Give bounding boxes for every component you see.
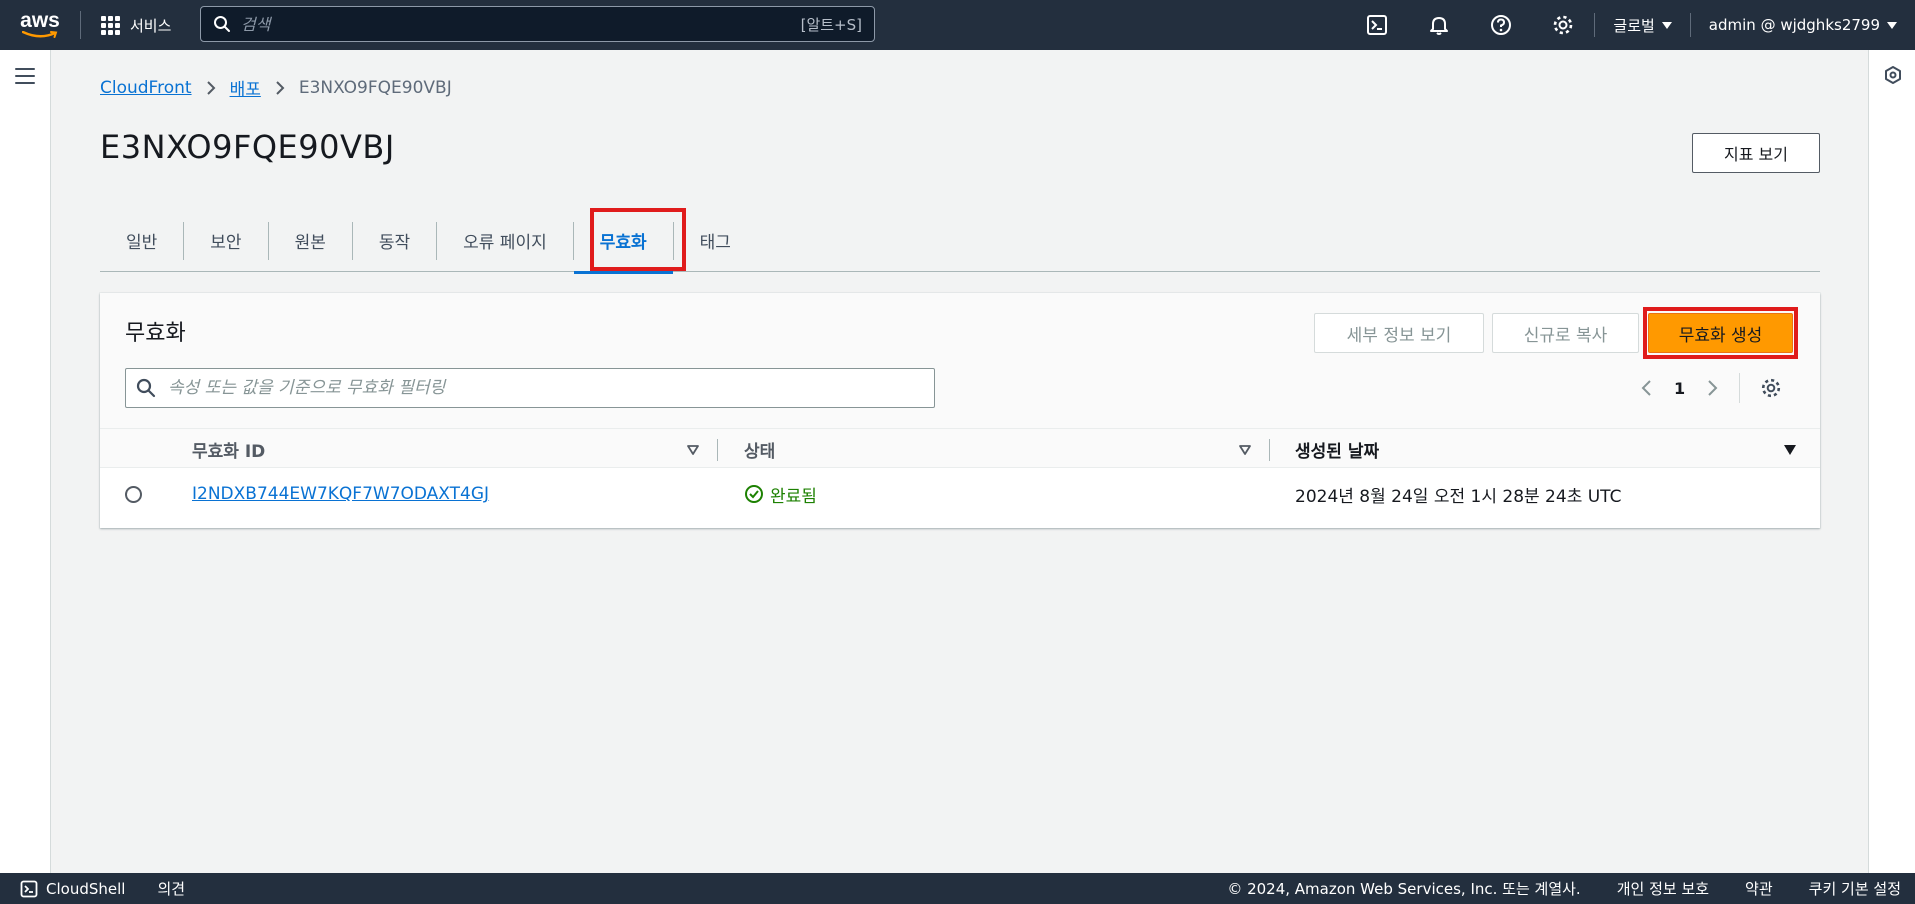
highlight-box-tab <box>590 208 686 271</box>
footer-links: © 2024, Amazon Web Services, Inc. 또는 계열사… <box>1227 878 1901 899</box>
bell-icon <box>1430 17 1449 35</box>
filter-input[interactable] <box>168 378 924 398</box>
cell-id: I2NDXB744EW7KQF7W7ODAXT4GJ <box>192 468 489 520</box>
tab-general[interactable]: 일반 <box>100 221 185 260</box>
row-select-radio[interactable] <box>125 486 142 503</box>
cloudshell-label: CloudShell <box>46 879 126 898</box>
help-icon <box>1491 15 1512 35</box>
tab-security[interactable]: 보안 <box>184 221 269 260</box>
container-title: 무효화 <box>125 321 186 346</box>
copy-to-new-button[interactable]: 신규로 복사 <box>1492 313 1639 353</box>
filter-box[interactable] <box>125 368 935 408</box>
cloudshell-nav-button[interactable] <box>1346 0 1408 50</box>
feedback-link[interactable]: 의견 <box>157 878 185 899</box>
region-selector[interactable]: 글로벌 <box>1595 15 1689 36</box>
status-text: 완료됨 <box>770 486 817 507</box>
column-header-id[interactable]: 무효화 ID <box>192 429 265 469</box>
tab-error-pages[interactable]: 오류 페이지 <box>437 221 574 260</box>
pager-divider <box>1739 373 1741 403</box>
cell-status: 완료됨 <box>744 468 817 520</box>
column-header-created[interactable]: 생성된 날짜 <box>1295 429 1379 469</box>
hamburger-menu-icon[interactable] <box>15 68 35 89</box>
page-title: E3NXO9FQE90VBJ <box>100 128 395 166</box>
sort-icon[interactable] <box>686 444 700 456</box>
aws-logo-text: aws <box>20 8 60 32</box>
pagination: 1 <box>1640 373 1782 403</box>
sort-desc-icon[interactable] <box>1783 444 1797 456</box>
table-row: I2NDXB744EW7KQF7W7ODAXT4GJ 완료됨 2024년 8월 … <box>100 468 1820 520</box>
chevron-left-icon[interactable] <box>1640 378 1654 398</box>
hexagon-info-icon[interactable] <box>1883 65 1903 85</box>
invalidations-container: 무효화 세부 정보 보기 신규로 복사 무효화 생성 1 <box>100 293 1820 528</box>
chevron-right-icon[interactable] <box>1705 378 1719 398</box>
sort-icon[interactable] <box>1238 444 1252 456</box>
column-divider <box>1269 439 1270 461</box>
column-header-status[interactable]: 상태 <box>744 429 775 469</box>
global-search[interactable]: [알트+S] <box>200 6 875 42</box>
help-nav-button[interactable] <box>1470 0 1532 50</box>
account-menu[interactable]: admin @ wjdghks2799 <box>1691 16 1915 34</box>
copyright-text: © 2024, Amazon Web Services, Inc. 또는 계열사… <box>1227 880 1581 898</box>
breadcrumb-distributions[interactable]: 배포 <box>230 75 261 100</box>
privacy-link[interactable]: 개인 정보 보호 <box>1617 878 1709 899</box>
left-side-rail <box>0 50 51 873</box>
chevron-right-icon <box>275 80 285 96</box>
tab-list: 일반 보안 원본 동작 오류 페이지 무효화 태그 <box>100 210 1820 274</box>
account-label: admin @ wjdghks2799 <box>1708 16 1880 34</box>
view-metrics-button[interactable]: 지표 보기 <box>1692 133 1820 173</box>
table-header: 무효화 ID 상태 생성된 날짜 <box>100 428 1820 468</box>
invalidation-id-link[interactable]: I2NDXB744EW7KQF7W7ODAXT4GJ <box>192 484 489 504</box>
notifications-nav-button[interactable] <box>1408 0 1470 50</box>
tab-behaviors[interactable]: 동작 <box>353 221 438 260</box>
nav-right-group: 글로벌 admin @ wjdghks2799 <box>1346 0 1915 50</box>
column-divider <box>717 439 718 461</box>
chevron-right-icon <box>206 80 216 96</box>
highlight-box-create <box>1643 307 1798 359</box>
gear-icon[interactable] <box>1760 377 1782 399</box>
services-menu-button[interactable]: 서비스 <box>81 15 189 36</box>
terms-link[interactable]: 약관 <box>1745 878 1773 899</box>
aws-smile-icon <box>22 30 58 38</box>
footer: CloudShell 의견 © 2024, Amazon Web Service… <box>0 873 1915 904</box>
top-navigation: aws 서비스 [알트+S] <box>0 0 1915 50</box>
cloudshell-footer-button[interactable]: CloudShell <box>0 880 125 898</box>
check-circle-icon <box>745 485 763 503</box>
container-header: 무효화 세부 정보 보기 신규로 복사 무효화 생성 1 <box>100 293 1820 428</box>
caret-down-icon <box>1661 21 1672 29</box>
settings-nav-button[interactable] <box>1532 0 1594 50</box>
caret-down-icon <box>1887 21 1897 29</box>
breadcrumb-current: E3NXO9FQE90VBJ <box>298 77 452 98</box>
breadcrumb-cloudfront[interactable]: CloudFront <box>100 78 192 98</box>
search-icon <box>214 16 230 32</box>
cell-created: 2024년 8월 24일 오전 1시 28분 24초 UTC <box>1295 486 1622 507</box>
breadcrumb: CloudFront 배포 E3NXO9FQE90VBJ <box>100 75 452 101</box>
search-input[interactable] <box>241 14 801 34</box>
region-label: 글로벌 <box>1613 16 1655 35</box>
status-indicator: 완료됨 <box>744 482 817 507</box>
tab-origins[interactable]: 원본 <box>269 221 353 260</box>
aws-logo[interactable]: aws <box>0 0 80 50</box>
cloudshell-icon <box>1367 15 1388 35</box>
search-shortcut-hint: [알트+S] <box>800 15 862 34</box>
services-label: 서비스 <box>130 16 172 35</box>
right-side-rail <box>1868 50 1915 873</box>
services-grid-icon <box>101 15 120 35</box>
search-icon <box>136 378 156 398</box>
cloudshell-icon <box>20 880 38 897</box>
gear-icon <box>1554 15 1573 35</box>
page-number[interactable]: 1 <box>1674 379 1685 398</box>
view-details-button[interactable]: 세부 정보 보기 <box>1314 313 1484 353</box>
cookie-preferences-link[interactable]: 쿠키 기본 설정 <box>1809 878 1901 899</box>
tab-tags[interactable]: 태그 <box>674 222 757 260</box>
